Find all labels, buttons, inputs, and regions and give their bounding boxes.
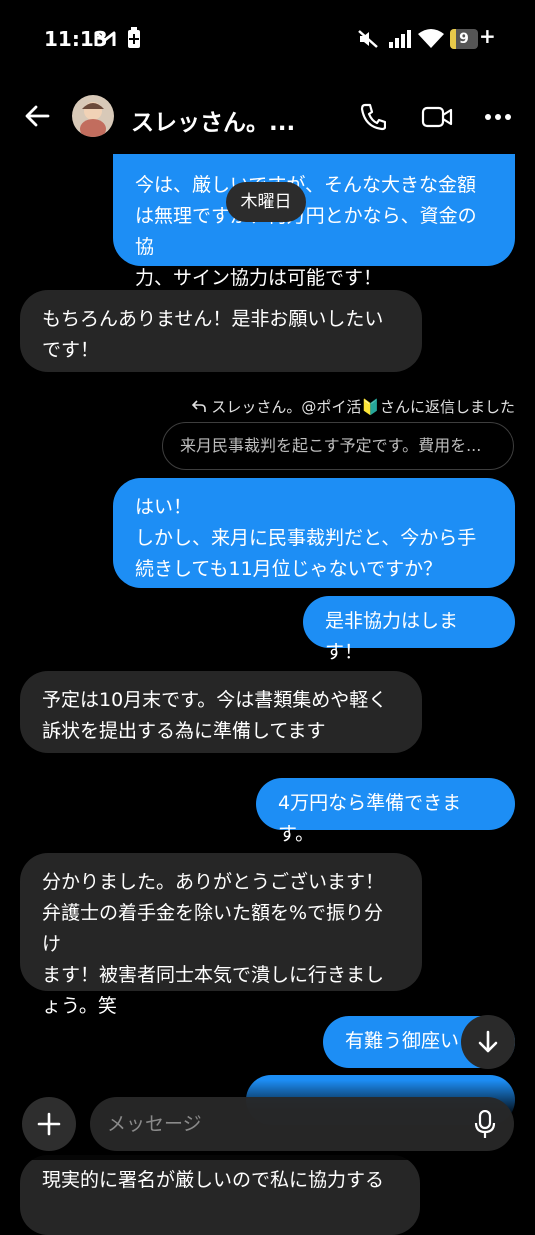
message-line: 今は、厳しいですが、そんな大きな金額: [135, 174, 477, 196]
reply-quote[interactable]: 来月民事裁判を起こす予定です。費用を...: [162, 422, 514, 470]
message-line: 訴状を提出する為に準備してます: [42, 720, 326, 742]
message-line: です！: [42, 339, 100, 361]
reply-label: スレッさん。@ポイ活🔰さんに返信しました: [211, 398, 515, 416]
battery-icon: 9: [450, 29, 478, 49]
charging-plus-icon: +: [479, 24, 496, 48]
message-line: 続きしても11月位じゃないですか？: [135, 558, 443, 580]
message-line: もちろんありません！是非お願いしたい: [42, 308, 384, 330]
message-bubble-incoming[interactable]: 予定は10月末です。今は書類集めや軽く 訴状を提出する為に準備してます: [20, 671, 422, 753]
message-line: 4万円なら準備できます。: [278, 792, 462, 845]
phone-icon[interactable]: [360, 103, 386, 131]
message-bubble-outgoing[interactable]: はい！ しかし、来月に民事裁判だと、今から手 続きしても11月位じゃないですか？: [113, 478, 515, 588]
battery-level: 9: [459, 31, 469, 47]
message-line: 弁護士の着手金を除いた額を%で振り分け: [42, 902, 384, 955]
message-bubble-outgoing[interactable]: 今は、厳しいですが、そんな大きな金額 は無理ですが、何万円とかなら、資金の協 力…: [113, 154, 515, 289]
add-attachment-button[interactable]: [22, 1097, 76, 1151]
message-line: 分かりました。ありがとうございます！: [42, 871, 385, 893]
message-line: しかし、来月に民事裁判だと、今から手: [135, 527, 477, 549]
status-bar: 11:13 9 +: [0, 0, 535, 80]
message-bubble-incoming[interactable]: もちろんありません！是非お願いしたい です！: [20, 290, 422, 372]
message-input[interactable]: メッセージ: [90, 1097, 514, 1151]
message-line: はい！: [135, 496, 193, 518]
message-bubble-incoming[interactable]: 現実的に署名が厳しいので私に協力する: [20, 1155, 420, 1235]
gmail-icon: [94, 31, 116, 46]
message-line: 是非協力はします！: [325, 610, 459, 663]
microphone-icon[interactable]: [474, 1110, 496, 1140]
date-divider: 木曜日: [226, 182, 306, 222]
reply-arrow-icon: [191, 400, 206, 412]
message-line: 予定は10月末です。今は書類集めや軽く: [42, 689, 388, 711]
scroll-to-bottom-button[interactable]: [461, 1015, 515, 1069]
contact-name[interactable]: スレッさん。...: [131, 103, 295, 137]
plus-icon: [37, 1112, 61, 1136]
arrow-down-icon: [478, 1030, 498, 1053]
back-arrow-icon[interactable]: [24, 104, 50, 128]
battery-saver-icon: [128, 27, 140, 48]
message-line: 現実的に署名が厳しいので私に協力する: [42, 1169, 385, 1191]
message-bubble-outgoing[interactable]: 4万円なら準備できます。: [256, 778, 515, 845]
message-bubble-incoming[interactable]: 分かりました。ありがとうございます！ 弁護士の着手金を除いた額を%で振り分け ま…: [20, 853, 422, 1017]
message-line: ます！被害者同士本気で潰しに行きまし: [42, 964, 385, 986]
more-options-icon[interactable]: [484, 113, 512, 121]
video-call-icon[interactable]: [421, 106, 453, 128]
avatar[interactable]: [72, 95, 114, 137]
mute-icon: [358, 30, 378, 48]
reply-context: スレッさん。@ポイ活🔰さんに返信しました: [191, 396, 515, 417]
chat-header: スレッさん。...: [0, 82, 535, 154]
signal-icon: [389, 30, 411, 48]
wifi-icon: [418, 29, 444, 48]
message-bubble-outgoing[interactable]: 是非協力はします！: [303, 596, 515, 663]
message-line: は無理ですが、何万円とかなら、資金の協: [135, 205, 477, 258]
